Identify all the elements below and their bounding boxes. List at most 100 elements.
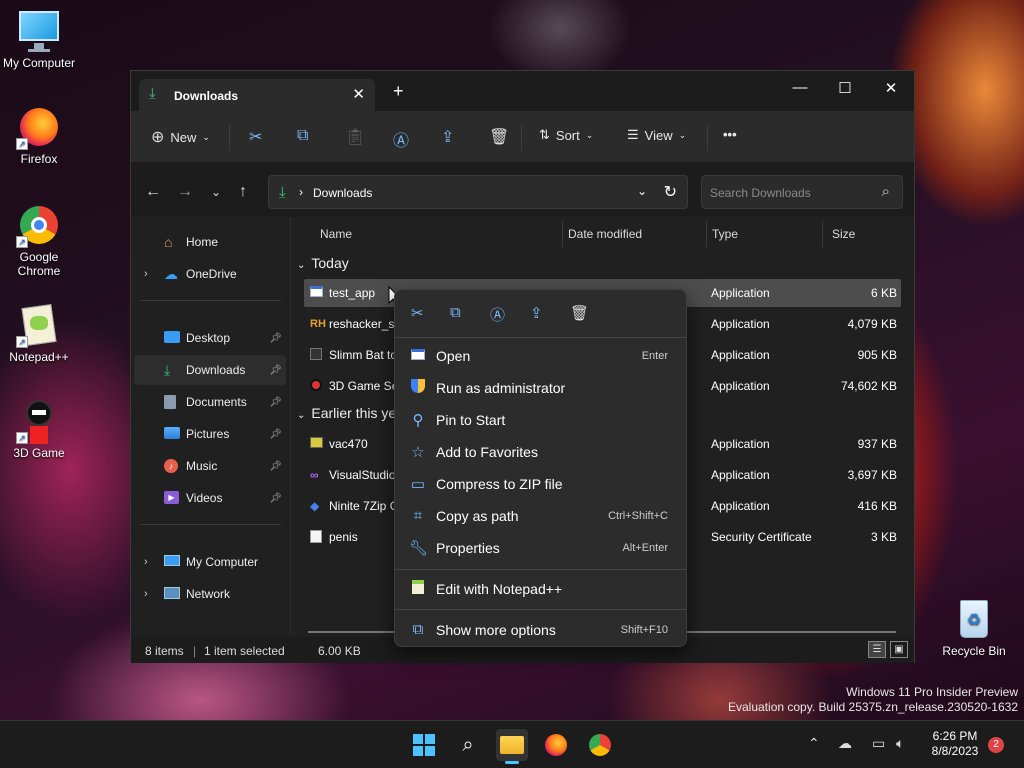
search-button[interactable]: ⌕ <box>452 729 484 761</box>
address-history-button[interactable]: ⌄ <box>637 184 647 198</box>
delete-button[interactable]: 🗑︎ <box>489 127 509 147</box>
toolbar-divider <box>521 125 522 151</box>
new-tab-button[interactable]: + <box>393 82 404 100</box>
status-divider: | <box>193 644 197 658</box>
nav-item-desktop[interactable]: Desktop 📌︎ <box>134 323 286 353</box>
nav-item-music[interactable]: ♪ Music 📌︎ <box>134 451 286 481</box>
nav-item-videos[interactable]: ▶ Videos 📌︎ <box>134 483 286 513</box>
column-divider[interactable] <box>822 221 823 247</box>
column-divider[interactable] <box>706 221 707 247</box>
chevron-right-icon[interactable]: › <box>144 268 148 280</box>
firefox-taskbar-button[interactable] <box>540 729 572 761</box>
view-icon: ☰ <box>627 127 639 142</box>
nav-item-my-computer[interactable]: › My Computer <box>134 547 286 577</box>
desktop-icon-chrome[interactable]: ↗ Google Chrome <box>1 202 77 278</box>
menu-item-open[interactable]: Open Enter <box>399 341 682 371</box>
search-box[interactable]: Search Downloads ⌕ <box>701 175 903 209</box>
share-quick-action[interactable]: ⇪ <box>530 304 543 322</box>
cut-button[interactable]: ✂ <box>249 127 262 147</box>
details-view-button[interactable]: ☰ <box>868 641 886 658</box>
desktop-icon-notepadpp[interactable]: ↗ Notepad++ <box>1 302 77 364</box>
new-button[interactable]: ⊕ New ⌄ <box>151 127 210 147</box>
file-type: Application <box>711 499 770 513</box>
column-header-date[interactable]: Date modified <box>568 227 642 241</box>
onedrive-offline-icon[interactable]: ☁ <box>838 735 852 752</box>
paste-button[interactable]: 📋︎ <box>345 127 365 147</box>
close-tab-icon[interactable]: ✕ <box>352 85 365 103</box>
desktop-folder-icon <box>164 331 182 345</box>
recent-locations-button[interactable]: ⌄ <box>211 185 221 199</box>
nav-item-network[interactable]: › Network <box>134 579 286 609</box>
nav-item-pictures[interactable]: Pictures 📌︎ <box>134 419 286 449</box>
copy-quick-action[interactable]: ⧉ <box>450 304 461 321</box>
sort-button[interactable]: ⇅ Sort ⌄ <box>539 127 593 143</box>
menu-item-add-to-favorites[interactable]: ☆ Add to Favorites <box>399 437 682 467</box>
column-header-name[interactable]: Name <box>320 227 352 241</box>
desktop-icon-my-computer[interactable]: My Computer <box>1 8 77 70</box>
file-explorer-taskbar-button[interactable] <box>496 729 528 764</box>
nav-item-onedrive[interactable]: › ☁ OneDrive <box>134 259 286 289</box>
desktop-icon-3d-game[interactable]: ↗ 3D Game <box>1 398 77 460</box>
desktop-icon-recycle-bin[interactable]: ♻ Recycle Bin <box>936 596 1012 658</box>
refresh-button[interactable]: ↻ <box>664 182 677 202</box>
copy-button[interactable]: ⧉ <box>297 127 308 145</box>
desktop-icon-firefox[interactable]: ↗ Firefox <box>1 104 77 166</box>
menu-item-compress-zip[interactable]: ▭ Compress to ZIP file <box>399 469 682 499</box>
column-header-size[interactable]: Size <box>832 227 855 241</box>
menu-item-pin-to-start[interactable]: ⚲ Pin to Start <box>399 405 682 435</box>
up-button[interactable]: ↑ <box>239 183 247 201</box>
pin-icon: 📌︎ <box>269 492 282 504</box>
address-bar[interactable]: ⤓ › Downloads ⌄ ↻ <box>268 175 688 209</box>
back-button[interactable]: ← <box>145 183 161 201</box>
clock[interactable]: 6:26 PM 8/8/2023 <box>924 729 986 759</box>
menu-item-copy-as-path[interactable]: ⌗ Copy as path Ctrl+Shift+C <box>399 501 682 531</box>
view-label: View <box>644 127 673 143</box>
cut-quick-action[interactable]: ✂ <box>411 304 424 322</box>
group-header-today[interactable]: ⌄ Today <box>297 255 349 271</box>
rename-icon: Ⓐ <box>393 133 410 150</box>
nav-label: Desktop <box>186 331 231 345</box>
rename-button[interactable]: Ⓐ <box>393 127 409 151</box>
close-window-button[interactable]: ✕ <box>879 79 903 97</box>
nav-item-documents[interactable]: Documents 📌︎ <box>134 387 286 417</box>
notification-badge[interactable]: 2 <box>988 737 1004 753</box>
chrome-taskbar-button[interactable] <box>584 729 616 761</box>
file-size: 905 KB <box>857 348 897 362</box>
rename-quick-action[interactable]: Ⓐ <box>490 304 505 325</box>
menu-item-show-more-options[interactable]: ⧉ Show more options Shift+F10 <box>399 615 682 645</box>
windows-logo-icon <box>413 734 435 756</box>
file-name: penis <box>329 530 358 544</box>
column-header-type[interactable]: Type <box>712 227 738 241</box>
file-size: 416 KB <box>857 499 897 513</box>
start-button[interactable] <box>408 729 440 761</box>
status-divider <box>337 644 340 658</box>
chevron-right-icon[interactable]: › <box>144 588 148 600</box>
column-divider[interactable] <box>562 221 563 247</box>
minimize-button[interactable]: — <box>788 79 812 96</box>
view-button[interactable]: ☰ View ⌄ <box>627 127 686 143</box>
zip-icon: ▭ <box>410 476 426 493</box>
forward-button[interactable]: → <box>177 183 193 201</box>
menu-item-run-as-admin[interactable]: Run as administrator <box>399 373 682 403</box>
nav-item-downloads[interactable]: ⤓ Downloads 📌︎ <box>134 355 286 385</box>
chevron-right-icon[interactable]: › <box>144 556 148 568</box>
menu-item-properties[interactable]: 🔧︎ Properties Alt+Enter <box>399 533 682 563</box>
music-icon: ♪ <box>164 459 182 473</box>
tab-downloads[interactable]: ⤓ Downloads ✕ <box>139 79 375 111</box>
title-bar[interactable]: ⤓ Downloads ✕ + — ☐ ✕ <box>131 71 914 111</box>
network-icon[interactable]: ▭ <box>872 735 885 752</box>
desktop-icon-label: Notepad++ <box>9 350 69 364</box>
more-options-button[interactable]: ••• <box>723 127 737 142</box>
file-size: 3,697 KB <box>847 468 897 482</box>
nav-item-home[interactable]: ⌂ Home <box>134 227 286 257</box>
volume-icon[interactable]: 🔈︎ <box>896 735 904 752</box>
share-button[interactable]: ⇪ <box>441 127 454 147</box>
chevron-up-icon[interactable]: ⌃ <box>808 735 820 752</box>
certificate-icon <box>310 530 324 544</box>
delete-quick-action[interactable]: 🗑︎ <box>570 304 589 322</box>
maximize-button[interactable]: ☐ <box>833 79 857 97</box>
tiles-view-button[interactable]: ▣ <box>890 641 908 658</box>
more-options-icon: ⧉ <box>412 621 424 638</box>
menu-item-edit-notepadpp[interactable]: Edit with Notepad++ <box>399 574 682 604</box>
group-header-earlier[interactable]: ⌄ Earlier this year <box>297 405 409 421</box>
